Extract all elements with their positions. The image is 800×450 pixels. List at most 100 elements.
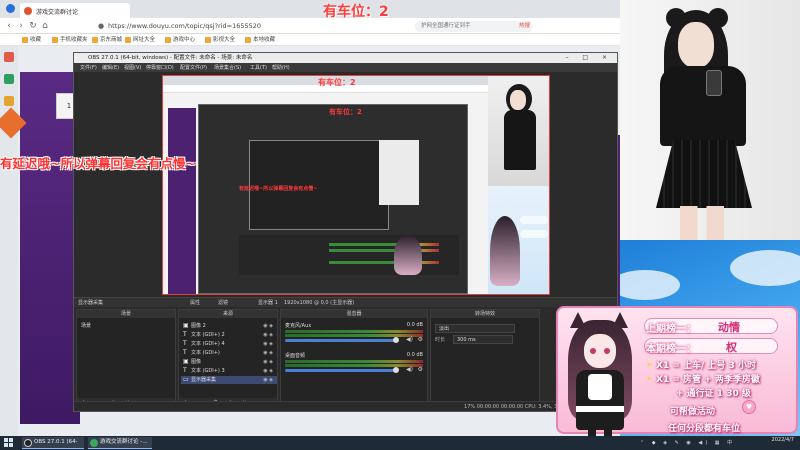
obs-statusbar: 17% 00:00:00 00:00:00 CPU: 3.4%, 30.00 f… (74, 401, 617, 411)
transition-select[interactable]: 淡出 (435, 324, 515, 333)
menu-profile[interactable]: 配置文件(P) (180, 64, 207, 71)
window-controls-icon[interactable]: – □ × (565, 53, 613, 63)
address-bar: ‹ › ↻ ⌂ ● https://www.douyu.com/topic/qs… (0, 18, 620, 34)
scene-item[interactable]: 场景 (79, 322, 175, 330)
source-label: 图像 (191, 359, 202, 365)
home-icon[interactable]: ⌂ (40, 21, 50, 31)
text-icon: T (183, 340, 187, 347)
search-input[interactable]: 护网全国通行证到手 热搜 (415, 21, 533, 32)
gear-icon[interactable]: ⚙ (418, 366, 423, 373)
source-item[interactable]: T 文本 (GDI+) 4 ◉ ◈ (181, 340, 277, 348)
gear-icon[interactable]: ⚙ (418, 336, 423, 343)
eye-icon[interactable]: ◉ ◈ (263, 367, 273, 375)
avatar-eye (604, 348, 610, 354)
eye-icon[interactable]: ◉ ◈ (263, 322, 273, 330)
search-button[interactable]: 热搜 (519, 21, 530, 32)
app-icon[interactable] (4, 96, 14, 106)
forward-icon[interactable]: › (16, 21, 26, 31)
menu-file[interactable]: 文件(F) (80, 64, 97, 71)
preview-camera-body (504, 110, 536, 170)
bookmarks-bar: 收藏 手机收藏夹 京东商城 网址大全 游戏中心 影视大全 本地收藏 (0, 34, 620, 46)
eye-icon[interactable]: ◉ ◈ (263, 331, 273, 339)
volume-slider[interactable] (285, 369, 395, 372)
bookmark-item[interactable]: 本地收藏 (245, 36, 275, 44)
url-field[interactable]: https://www.douyu.com/topic/qsj?rid=1655… (108, 21, 408, 32)
monitor-icon: ▭ (183, 376, 189, 383)
last-top-fan-label: 上期榜一： (646, 324, 696, 335)
bookmark-item[interactable]: 京东商城 (92, 36, 122, 44)
webcam-hair-bun (666, 8, 686, 28)
app-icon[interactable] (4, 74, 14, 84)
preview-meter (329, 261, 439, 264)
audio-mixer-title: 混音器 (281, 310, 427, 318)
text-icon: T (183, 331, 187, 338)
volume-slider-knob[interactable] (393, 367, 399, 373)
anime-avatar (560, 312, 640, 436)
taskbar-obs-label: OBS 27.0.1 (64-bit... (34, 439, 78, 445)
bookmark-item[interactable]: 网址大全 (125, 36, 155, 44)
transitions-dock: 转场特效 淡出 时长 300 ms (430, 309, 540, 409)
menu-view[interactable]: 视图(V) (124, 64, 141, 71)
preview-meter (329, 243, 439, 246)
avatar-eye (590, 348, 596, 354)
scenes-list: 场景 (77, 318, 175, 398)
properties-button[interactable]: 属性 (190, 299, 200, 306)
bookmark-item[interactable]: 影视大全 (205, 36, 235, 44)
app-icon[interactable] (4, 52, 14, 62)
webcam-legs (680, 206, 724, 240)
taskbar-obs[interactable]: OBS 27.0.1 (64-bit... (22, 437, 84, 449)
eye-icon[interactable]: ◉ ◈ (263, 349, 273, 357)
browser-tab[interactable]: 游戏交流群讨论 (20, 3, 130, 18)
volume-slider-knob[interactable] (393, 337, 399, 343)
display-select[interactable]: 显示器 1 (258, 299, 278, 306)
bookmark-item[interactable]: 收藏 (22, 36, 41, 44)
source-label: 文本 (GDI+) 2 (191, 332, 225, 338)
webcam-hair-bun (708, 8, 728, 28)
transition-duration-label: 时长 (435, 337, 446, 343)
current-top-fan-value: 权 (726, 341, 737, 354)
taskbar-clock[interactable]: 2022/4/7 (772, 437, 794, 443)
menu-docks[interactable]: 停靠窗口(D) (146, 64, 174, 71)
page-banner (20, 72, 80, 424)
back-icon[interactable]: ‹ (4, 21, 14, 31)
preview-delay: 有延迟哦~所以弹幕回复会有点慢~ (239, 186, 318, 192)
volume-meter (285, 360, 423, 363)
preview-obs: 有车位：2 有延迟哦~所以弹幕回复会有点慢~ (198, 104, 468, 294)
refresh-icon[interactable]: ↻ (28, 21, 38, 31)
image-icon: ▣ (183, 358, 189, 365)
menu-scene-collection[interactable]: 场景集合(S) (214, 64, 241, 71)
scenes-dock-title: 场景 (77, 310, 175, 318)
source-item[interactable]: T 文本 (GDI+) 3 ◉ ◈ (181, 367, 277, 375)
volume-meter (285, 334, 423, 337)
preview-card-line (520, 216, 548, 224)
mixer-channel: 麦克风/Aux 0.0 dB ◀) ⚙ (283, 322, 427, 348)
windows-start-icon[interactable] (4, 438, 13, 447)
phone-icon (706, 70, 722, 96)
webcam-feed (620, 0, 800, 240)
source-item[interactable]: T 文本 (GDI+) ◉ ◈ (181, 349, 277, 357)
heart-icon: ♥ (742, 400, 756, 414)
eye-icon[interactable]: ◉ ◈ (263, 358, 273, 366)
menu-help[interactable]: 帮助(H) (272, 64, 290, 71)
source-item[interactable]: ▭ 显示器采集 ◉ ◈ (181, 376, 277, 384)
obs-preview[interactable]: 有车位：2 有延迟哦~所以弹幕回复会有点慢~ 有车位：2 (162, 75, 550, 295)
bookmark-item[interactable]: 游戏中心 (165, 36, 195, 44)
system-tray[interactable]: ⌃ ◆ ◈ ✎ ◉ ◀) ▦ 中 (640, 438, 790, 448)
current-top-fan-label: 本期榜一： (646, 344, 696, 355)
filters-button[interactable]: 滤镜 (218, 299, 228, 306)
bookmark-item[interactable]: 手机收藏夹 (52, 36, 88, 44)
eye-icon[interactable]: ◉ ◈ (263, 340, 273, 348)
source-item[interactable]: ▣ 图像 2 ◉ ◈ (181, 322, 277, 330)
menu-edit[interactable]: 编辑(E) (102, 64, 119, 71)
source-item[interactable]: T 文本 (GDI+) 2 ◉ ◈ (181, 331, 277, 339)
source-label: 文本 (GDI+) 3 (191, 368, 225, 374)
menu-tools[interactable]: 工具(T) (250, 64, 267, 71)
eye-icon[interactable]: ◉ ◈ (263, 376, 273, 384)
preview-browser: 有车位：2 有延迟哦~所以弹幕回复会有点慢~ 有车位：2 (163, 76, 488, 294)
volume-slider[interactable] (285, 339, 395, 342)
speaker-icon[interactable]: ◀) (406, 336, 413, 343)
taskbar-browser[interactable]: 游戏交流群讨论 -... (88, 437, 152, 449)
source-item[interactable]: ▣ 图像 ◉ ◈ (181, 358, 277, 366)
speaker-icon[interactable]: ◀) (406, 366, 413, 373)
transition-duration-input[interactable]: 300 ms (453, 335, 513, 344)
